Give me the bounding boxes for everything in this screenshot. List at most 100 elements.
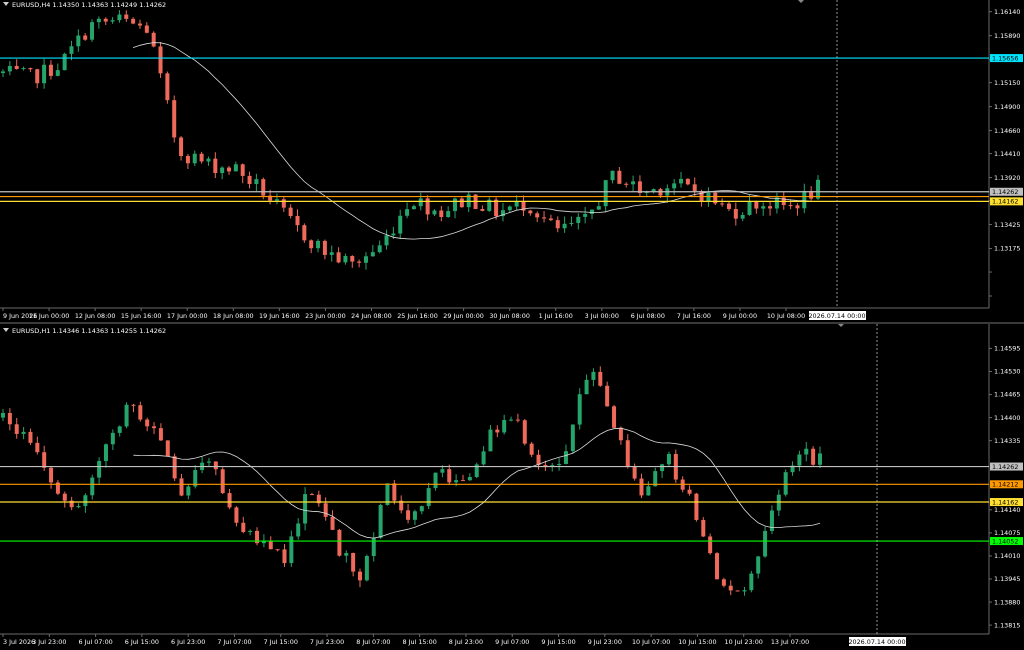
candle <box>247 171 252 189</box>
candle <box>761 202 766 216</box>
candle <box>694 492 699 522</box>
candle <box>460 474 465 482</box>
candle <box>21 426 26 440</box>
shift-marker-icon[interactable] <box>798 0 804 3</box>
candle <box>110 429 115 450</box>
candle <box>754 200 759 214</box>
candle <box>28 428 33 445</box>
candle <box>665 184 670 203</box>
price-tag: 1.14262 <box>990 187 1023 196</box>
candle <box>363 252 368 270</box>
candle <box>617 166 622 185</box>
candle <box>378 503 383 539</box>
candle <box>131 17 136 25</box>
candle <box>631 175 636 192</box>
candle <box>589 209 594 220</box>
candle <box>735 590 740 592</box>
candle <box>14 59 19 70</box>
candle <box>515 413 520 423</box>
candle <box>646 481 651 496</box>
candle <box>728 580 733 596</box>
svg-text:1.14262: 1.14262 <box>992 463 1018 471</box>
candle <box>322 239 327 260</box>
candle <box>419 505 424 515</box>
candle <box>495 425 500 438</box>
chart-pane-h1[interactable]: EURUSD,H1 1.14346 1.14363 1.14255 1.1426… <box>0 324 1024 650</box>
chart-canvas-h1[interactable]: 1.14595 1.14530 1.14465 1.14400 1.14335 1.141… <box>0 324 1024 650</box>
price-tick-label: 1.14140 <box>994 506 1020 514</box>
candle <box>330 510 335 530</box>
price-tick-label: 1.14595 <box>994 345 1020 353</box>
candle <box>384 229 389 250</box>
price-tick-label: 1.15150 <box>994 79 1020 87</box>
candle <box>507 205 512 213</box>
time-tick-label: 10 Jul 07:00 <box>632 638 670 646</box>
candle <box>144 22 149 34</box>
candle <box>795 203 800 216</box>
candle <box>1 69 5 78</box>
time-tick-label: 17 Jun 00:00 <box>167 312 208 320</box>
time-tick-label: 7 Jul 16:00 <box>677 312 711 320</box>
candle <box>562 216 567 233</box>
candle <box>117 425 122 437</box>
candle <box>96 16 101 29</box>
candle <box>316 239 321 253</box>
candle <box>90 474 95 500</box>
candle <box>268 536 273 550</box>
candle <box>563 444 568 465</box>
candle <box>179 473 184 497</box>
candle <box>343 253 348 265</box>
candle <box>296 518 301 540</box>
time-tick-label: 1 Jul 16:00 <box>539 312 573 320</box>
candle <box>295 209 300 232</box>
candle <box>48 60 53 80</box>
candle <box>370 244 375 257</box>
price-tick-label: 1.14410 <box>994 150 1020 158</box>
candle <box>660 463 665 478</box>
candle <box>227 488 232 510</box>
candle <box>480 205 485 212</box>
time-tick-label: 25 Jun 16:00 <box>397 312 438 320</box>
time-tick-label: 7 Jul 07:00 <box>217 638 251 646</box>
candle <box>612 404 617 429</box>
candle <box>474 462 479 479</box>
candle <box>165 71 170 104</box>
candle <box>804 441 809 462</box>
candle <box>720 198 725 207</box>
candle <box>336 247 341 264</box>
chart-canvas-h4[interactable]: 1.161401.158901.154001.151501.149001.146… <box>0 0 1024 322</box>
candle <box>152 422 157 435</box>
candle <box>500 202 505 222</box>
candle <box>138 401 143 422</box>
candle <box>158 423 163 442</box>
candle <box>110 17 115 24</box>
svg-text:1.14052: 1.14052 <box>992 537 1018 545</box>
candle <box>329 245 334 262</box>
time-tick-label: 3 Jul 23:00 <box>32 638 66 646</box>
candle <box>117 10 122 23</box>
candle <box>213 152 218 179</box>
candle <box>255 527 260 546</box>
candle <box>405 202 410 219</box>
chart-pane-h4[interactable]: EURUSD,H4 1.14350 1.14363 1.14249 1.1426… <box>0 0 1024 322</box>
candle <box>618 426 623 445</box>
shift-marker-icon[interactable] <box>838 324 844 327</box>
candle <box>679 171 684 188</box>
time-tick-label: 9 Jul 07:00 <box>495 638 529 646</box>
candle <box>199 151 204 164</box>
candle <box>535 211 540 223</box>
time-tick-label: 3 Jul 2026 <box>3 638 35 646</box>
time-tick-label: 11 Jun 00:00 <box>29 312 70 320</box>
candle <box>692 177 697 196</box>
candle <box>234 506 239 527</box>
price-tick-label: 1.13425 <box>994 221 1020 229</box>
candle <box>49 466 54 489</box>
time-tick-label: 10 Jul 08:00 <box>767 312 805 320</box>
candle <box>726 201 731 212</box>
time-tick-label: 19 Jun 16:00 <box>259 312 300 320</box>
candle <box>302 223 307 243</box>
time-tick-label: 10 Jul 15:00 <box>678 638 716 646</box>
candle <box>220 467 225 495</box>
price-tag: 1.14162 <box>990 197 1023 206</box>
price-tick-label: 1.14400 <box>994 414 1020 422</box>
